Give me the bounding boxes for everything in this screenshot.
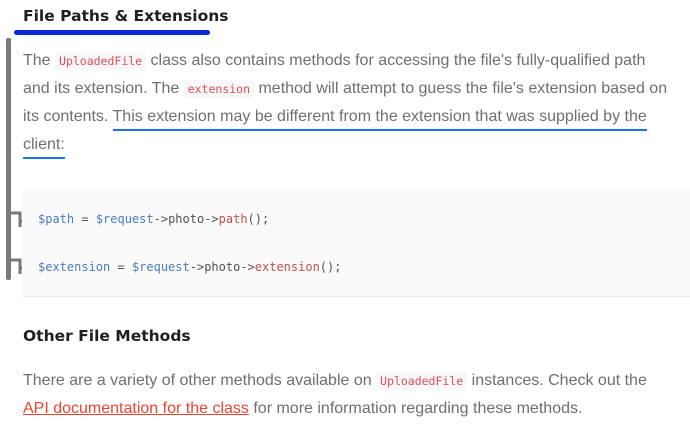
section-title-file-paths: File Paths & Extensions [23, 7, 229, 25]
code-variable: $extension [38, 260, 111, 274]
code-operator: = [110, 260, 132, 274]
code-block: $path = $request->photo->path(); $extens… [22, 191, 690, 297]
code-property: photo [168, 212, 205, 226]
code-method: path [218, 212, 248, 226]
code-method: extension [254, 260, 320, 274]
code-property: photo [204, 260, 241, 274]
paragraph-text: There are a variety of other methods ava… [23, 372, 377, 389]
inline-code: UploadedFile [55, 52, 147, 70]
code-operator: = [74, 212, 96, 226]
section-paragraph: There are a variety of other methods ava… [23, 367, 668, 423]
section-title-other-methods: Other File Methods [23, 327, 191, 345]
code-operator: -> [204, 212, 219, 226]
inline-code: extension [183, 80, 255, 98]
code-operator: -> [240, 260, 255, 274]
section-paragraph: The UploadedFile class also contains met… [23, 47, 668, 159]
code-operator: -> [153, 212, 169, 226]
paragraph-text: The [23, 52, 56, 69]
inline-code: UploadedFile [376, 372, 468, 390]
code-variable: $request [95, 212, 154, 226]
api-documentation-link[interactable]: API documentation for the class [23, 400, 249, 417]
highlighted-sentence: This extension may be different from the… [23, 108, 647, 159]
code-variable: $request [131, 260, 190, 274]
paragraph-text: for more information regarding these met… [248, 400, 583, 417]
code-line: $path = $request->photo->path(); [38, 212, 269, 226]
annotation-bracket [6, 38, 11, 280]
code-operator: -> [189, 260, 205, 274]
paragraph-text: instances. Check out the [467, 372, 647, 389]
code-line: $extension = $request->photo->extension(… [38, 260, 341, 274]
title-annotation-underline [14, 30, 210, 35]
code-punctuation: (); [247, 212, 270, 226]
code-variable: $path [38, 212, 75, 226]
code-punctuation: (); [319, 260, 342, 274]
